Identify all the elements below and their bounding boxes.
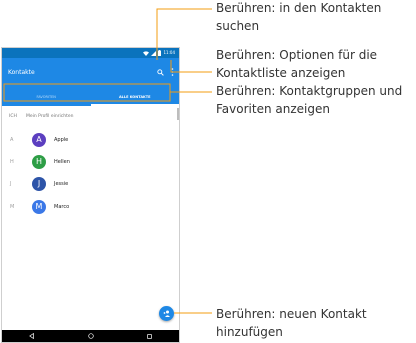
callout-add-line1: Berühren: neuen Kontakt [216, 307, 367, 321]
callout-add-line2: hinzufügen [216, 325, 283, 339]
callout-add-line [174, 312, 212, 314]
